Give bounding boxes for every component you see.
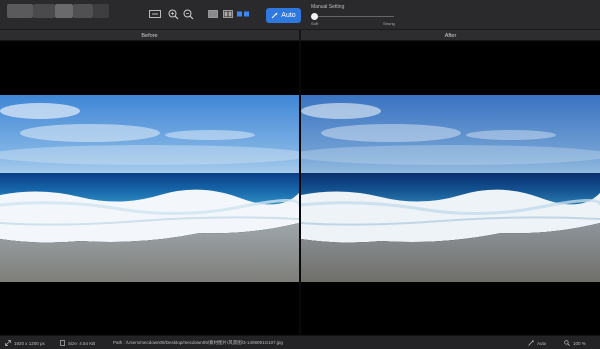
dimensions-text: 1920 x 1200 px (14, 340, 45, 346)
before-panel[interactable] (0, 41, 299, 335)
window-title-blurred (7, 4, 127, 18)
strength-slider-track[interactable] (314, 16, 394, 17)
before-photo (0, 95, 299, 282)
auto-button-label: Auto (281, 12, 296, 19)
dimensions-item: 1920 x 1200 px (5, 336, 45, 349)
before-header: Before (141, 32, 158, 39)
magic-wand-icon (271, 12, 279, 19)
path-item: Path : /Users/mecdown09/Desktop/mecdown0… (113, 336, 283, 349)
blurred-block (55, 4, 73, 18)
after-header: After (444, 32, 457, 39)
zoom-text: 100 % (573, 340, 586, 346)
toolbar: Auto Manual Setting Soft Strong (0, 0, 600, 30)
manual-setting: Manual Setting Soft Strong (309, 4, 399, 26)
zoom-item[interactable]: 100 % (564, 336, 586, 349)
zoom-out-icon[interactable] (181, 8, 195, 20)
size-text: Size: 4.54 KB (68, 340, 96, 346)
strength-slider-knob[interactable] (311, 13, 318, 20)
blurred-block (93, 4, 109, 18)
mode-item[interactable]: Auto (528, 336, 546, 349)
single-view-icon[interactable] (206, 8, 220, 20)
zoom-icon (564, 340, 570, 346)
after-photo (301, 95, 600, 282)
magic-wand-icon (528, 340, 534, 346)
zoom-in-icon[interactable] (166, 8, 180, 20)
blurred-block (33, 4, 55, 18)
file-icon (60, 340, 65, 346)
slider-strong-label: Strong (383, 21, 395, 26)
status-bar: 1920 x 1200 px Size: 4.54 KB Path : /Use… (0, 335, 600, 349)
after-panel[interactable] (301, 41, 600, 335)
side-by-side-icon[interactable] (236, 8, 250, 20)
blurred-block (73, 4, 93, 18)
selection-frame (148, 7, 162, 21)
blurred-block (7, 4, 33, 18)
split-view-icon[interactable] (221, 8, 235, 20)
auto-button[interactable]: Auto (266, 8, 301, 23)
header-divider (299, 30, 301, 41)
slider-soft-label: Soft (311, 21, 319, 26)
size-item: Size: 4.54 KB (60, 336, 95, 349)
resize-icon (5, 340, 11, 346)
manual-setting-label: Manual Setting (311, 4, 345, 10)
path-text: Path : /Users/mecdown09/Desktop/mecdown0… (113, 340, 283, 345)
mode-text: Auto (537, 340, 547, 346)
